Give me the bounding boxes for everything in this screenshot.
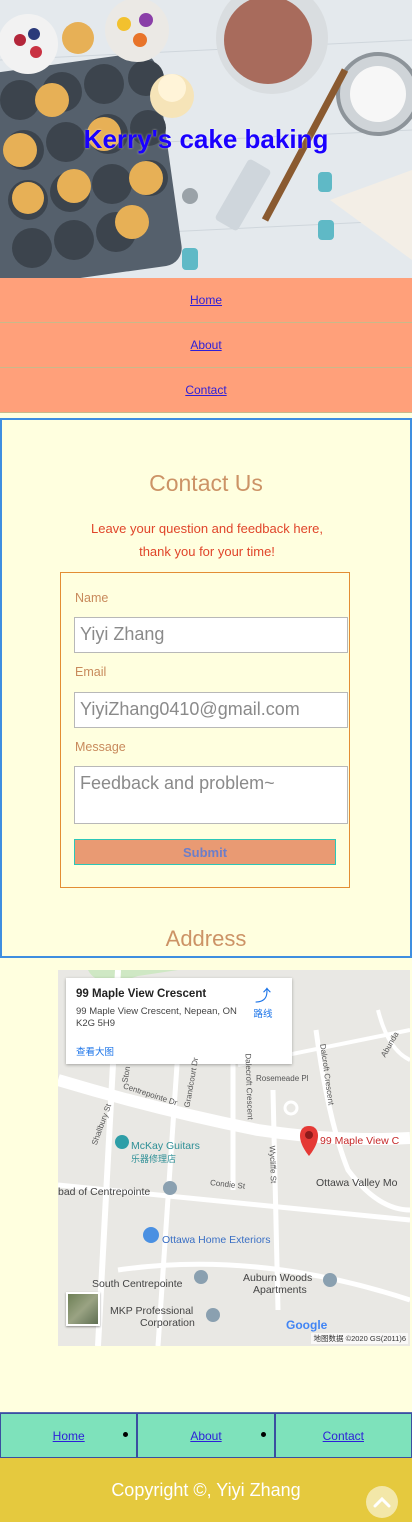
place-ottawa-home[interactable]: Ottawa Home Exteriors xyxy=(162,1234,271,1246)
place-mckay-sub: 乐器修理店 xyxy=(131,1154,177,1164)
nav-link-contact[interactable]: Contact xyxy=(185,383,226,397)
nav-item-about: About xyxy=(0,323,412,368)
site-footer: Copyright ©, Yiyi Zhang xyxy=(0,1458,412,1522)
footer-link-about[interactable]: About xyxy=(190,1429,221,1443)
contact-subtitle: Leave your question and feedback here, t… xyxy=(62,517,352,563)
footer-nav: Home About Contact xyxy=(0,1412,412,1458)
map-credit: 地图数据 ©2020 GS(2011)6 xyxy=(311,1333,408,1344)
place-auburn-sub: Apartments xyxy=(253,1284,307,1296)
contact-title: Contact Us xyxy=(149,470,263,496)
main-nav: Home About Contact xyxy=(0,278,412,413)
nav-item-home: Home xyxy=(0,278,412,323)
directions-label: 路线 xyxy=(253,1009,273,1020)
submit-button[interactable]: Submit xyxy=(74,839,336,865)
contact-subtitle-line2: thank you for your time! xyxy=(139,544,275,559)
place-mkp-sub: Corporation xyxy=(140,1317,195,1329)
place-address: 99 Maple View Crescent, Nepean, ON K2G 5… xyxy=(76,1006,237,1029)
nav-link-home[interactable]: Home xyxy=(190,293,222,307)
address-title: Address xyxy=(165,926,247,951)
place-centrepointe[interactable]: bad of Centrepointe xyxy=(58,1186,150,1198)
footer-link-home[interactable]: Home xyxy=(53,1429,85,1443)
satellite-toggle[interactable] xyxy=(66,1292,100,1326)
pin-label: 99 Maple View C xyxy=(320,1135,400,1147)
chevron-up-icon xyxy=(373,1496,391,1508)
scroll-to-top-button[interactable] xyxy=(366,1486,398,1518)
google-logo: Google xyxy=(286,1318,328,1332)
bullet-icon xyxy=(123,1432,129,1437)
street-rosemeade: Rosemeade Pl xyxy=(256,1074,309,1083)
footer-nav-item-home: Home xyxy=(0,1413,138,1458)
place-mkp[interactable]: MKP Professional xyxy=(110,1305,193,1317)
place-info-card: 99 Maple View Crescent 99 Maple View Cre… xyxy=(66,978,292,1064)
contact-section: Contact Us Leave your question and feedb… xyxy=(0,418,412,958)
nav-link-about[interactable]: About xyxy=(190,338,221,352)
name-field[interactable]: Yiyi Zhang xyxy=(74,617,348,653)
place-ottawa-valley[interactable]: Ottawa Valley Mo xyxy=(316,1177,398,1189)
message-textarea[interactable]: Feedback and problem~ xyxy=(74,766,348,824)
place-mckay[interactable]: McKay Guitars xyxy=(131,1140,200,1152)
site-title: Kerry's cake baking xyxy=(83,124,329,154)
contact-form: Name Yiyi Zhang Email YiyiZhang0410@gmai… xyxy=(60,572,350,888)
directions-icon: ⤴ xyxy=(254,988,271,1005)
footer-nav-item-about: About xyxy=(137,1413,275,1458)
place-title: 99 Maple View Crescent xyxy=(76,988,207,1000)
place-south-centrepointe[interactable]: South Centrepointe xyxy=(92,1278,182,1290)
email-field[interactable]: YiyiZhang0410@gmail.com xyxy=(74,692,348,728)
email-label: Email xyxy=(75,665,107,679)
nav-item-contact: Contact xyxy=(0,368,412,413)
street-wycliffe: Wycliffe St xyxy=(267,1145,278,1184)
copyright-text: Copyright ©, Yiyi Zhang xyxy=(111,1479,301,1500)
view-larger-map-link[interactable]: 查看大图 xyxy=(76,1044,114,1058)
directions-button[interactable]: ⤴ 路线 xyxy=(248,988,278,1020)
footer-nav-item-contact: Contact xyxy=(274,1413,412,1458)
place-auburn[interactable]: Auburn Woods xyxy=(243,1272,312,1284)
hero-banner: Kerry's cake baking xyxy=(0,0,412,278)
name-label: Name xyxy=(75,591,109,605)
bullet-icon xyxy=(260,1432,266,1437)
message-label: Message xyxy=(75,740,126,754)
contact-subtitle-line1: Leave your question and feedback here, xyxy=(90,521,323,536)
footer-link-contact[interactable]: Contact xyxy=(323,1429,364,1443)
google-map[interactable]: 99 Maple View Crescent 99 Maple View Cre… xyxy=(58,970,410,1346)
